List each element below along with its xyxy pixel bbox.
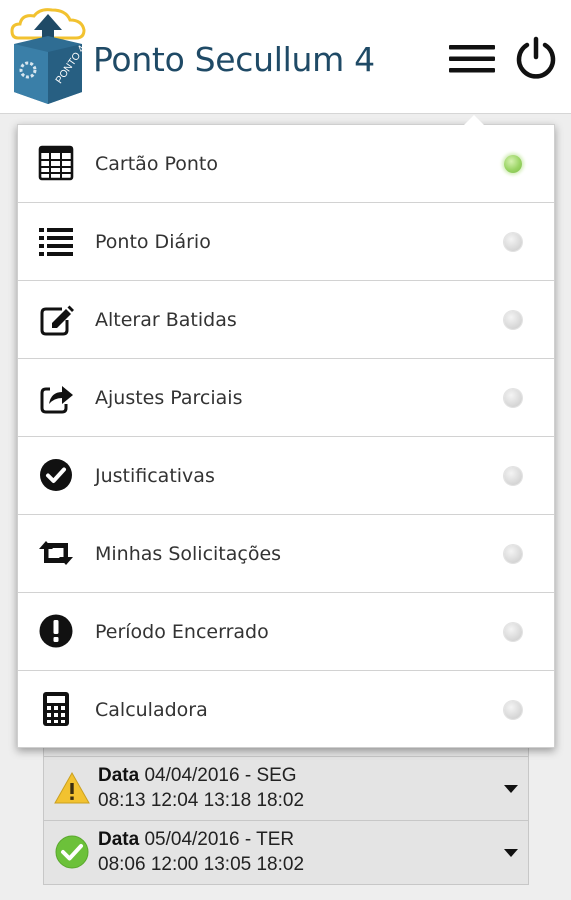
timesheet-grid-icon	[38, 145, 74, 181]
record-date: 04/04/2016 - SEG	[144, 765, 297, 786]
menu-item-alterar-batidas[interactable]: Alterar Batidas	[18, 281, 554, 359]
menu-item-calculadora[interactable]: Calculadora	[18, 671, 554, 749]
record-times: 08:06 12:00 13:05 18:02	[98, 854, 305, 875]
records-list: Data 04/04/2016 - SEG 08:13 12:04 13:18 …	[43, 735, 529, 885]
menu-item-label: Ajustes Parciais	[95, 387, 243, 409]
check-circle-icon	[55, 835, 89, 869]
record-date-line: Data 05/04/2016 - TER	[98, 829, 294, 851]
menu-item-justificativas[interactable]: Justificativas	[18, 437, 554, 515]
record-date: 05/04/2016 - TER	[144, 829, 295, 850]
menu-item-ponto-diario[interactable]: Ponto Diário	[18, 203, 554, 281]
chevron-down-icon[interactable]	[504, 849, 518, 857]
edit-icon	[40, 305, 74, 336]
record-date-line: Data 04/04/2016 - SEG	[98, 765, 297, 787]
app-header: PONTO 4 Ponto Secullum 4	[0, 0, 571, 114]
status-dot	[504, 467, 522, 485]
record-date-label: Data	[98, 765, 140, 786]
menu-item-cartao-ponto[interactable]: Cartão Ponto	[18, 125, 554, 203]
status-dot	[504, 389, 522, 407]
warning-icon	[54, 771, 90, 804]
status-dot	[504, 233, 522, 251]
menu-item-label: Período Encerrado	[95, 621, 269, 643]
list-icon	[39, 228, 73, 256]
calculator-icon	[43, 692, 69, 726]
status-dot	[504, 311, 522, 329]
record-row[interactable]: Data 04/04/2016 - SEG 08:13 12:04 13:18 …	[43, 757, 529, 821]
record-date-label: Data	[98, 829, 140, 850]
chevron-down-icon[interactable]	[504, 785, 518, 793]
menu-item-label: Calculadora	[95, 699, 208, 721]
status-dot	[504, 545, 522, 563]
dropdown-menu: Cartão Ponto Ponto Diário Alterar Batida…	[17, 124, 555, 748]
app-logo: PONTO 4	[10, 8, 88, 104]
status-dot	[504, 701, 522, 719]
record-times: 08:13 12:04 13:18 18:02	[98, 790, 305, 811]
retweet-icon	[39, 541, 73, 565]
status-dot-active	[504, 155, 522, 173]
menu-item-label: Ponto Diário	[95, 231, 211, 253]
hamburger-menu-icon[interactable]	[448, 42, 496, 76]
menu-item-label: Minhas Solicitações	[95, 543, 282, 565]
menu-item-ajustes-parciais[interactable]: Ajustes Parciais	[18, 359, 554, 437]
menu-item-label: Justificativas	[95, 465, 215, 487]
menu-item-periodo-encerrado[interactable]: Período Encerrado	[18, 593, 554, 671]
menu-item-minhas-solicitacoes[interactable]: Minhas Solicitações	[18, 515, 554, 593]
record-row[interactable]: Data 05/04/2016 - TER 08:06 12:00 13:05 …	[43, 821, 529, 885]
status-dot	[504, 623, 522, 641]
share-icon	[40, 386, 73, 414]
exclamation-circle-icon	[39, 614, 73, 648]
menu-item-label: Cartão Ponto	[95, 153, 218, 175]
menu-item-label: Alterar Batidas	[95, 309, 237, 331]
power-icon[interactable]	[514, 36, 558, 80]
check-circle-icon	[40, 459, 72, 491]
app-title: Ponto Secullum 4	[93, 40, 375, 79]
dropdown-pointer	[464, 115, 484, 125]
